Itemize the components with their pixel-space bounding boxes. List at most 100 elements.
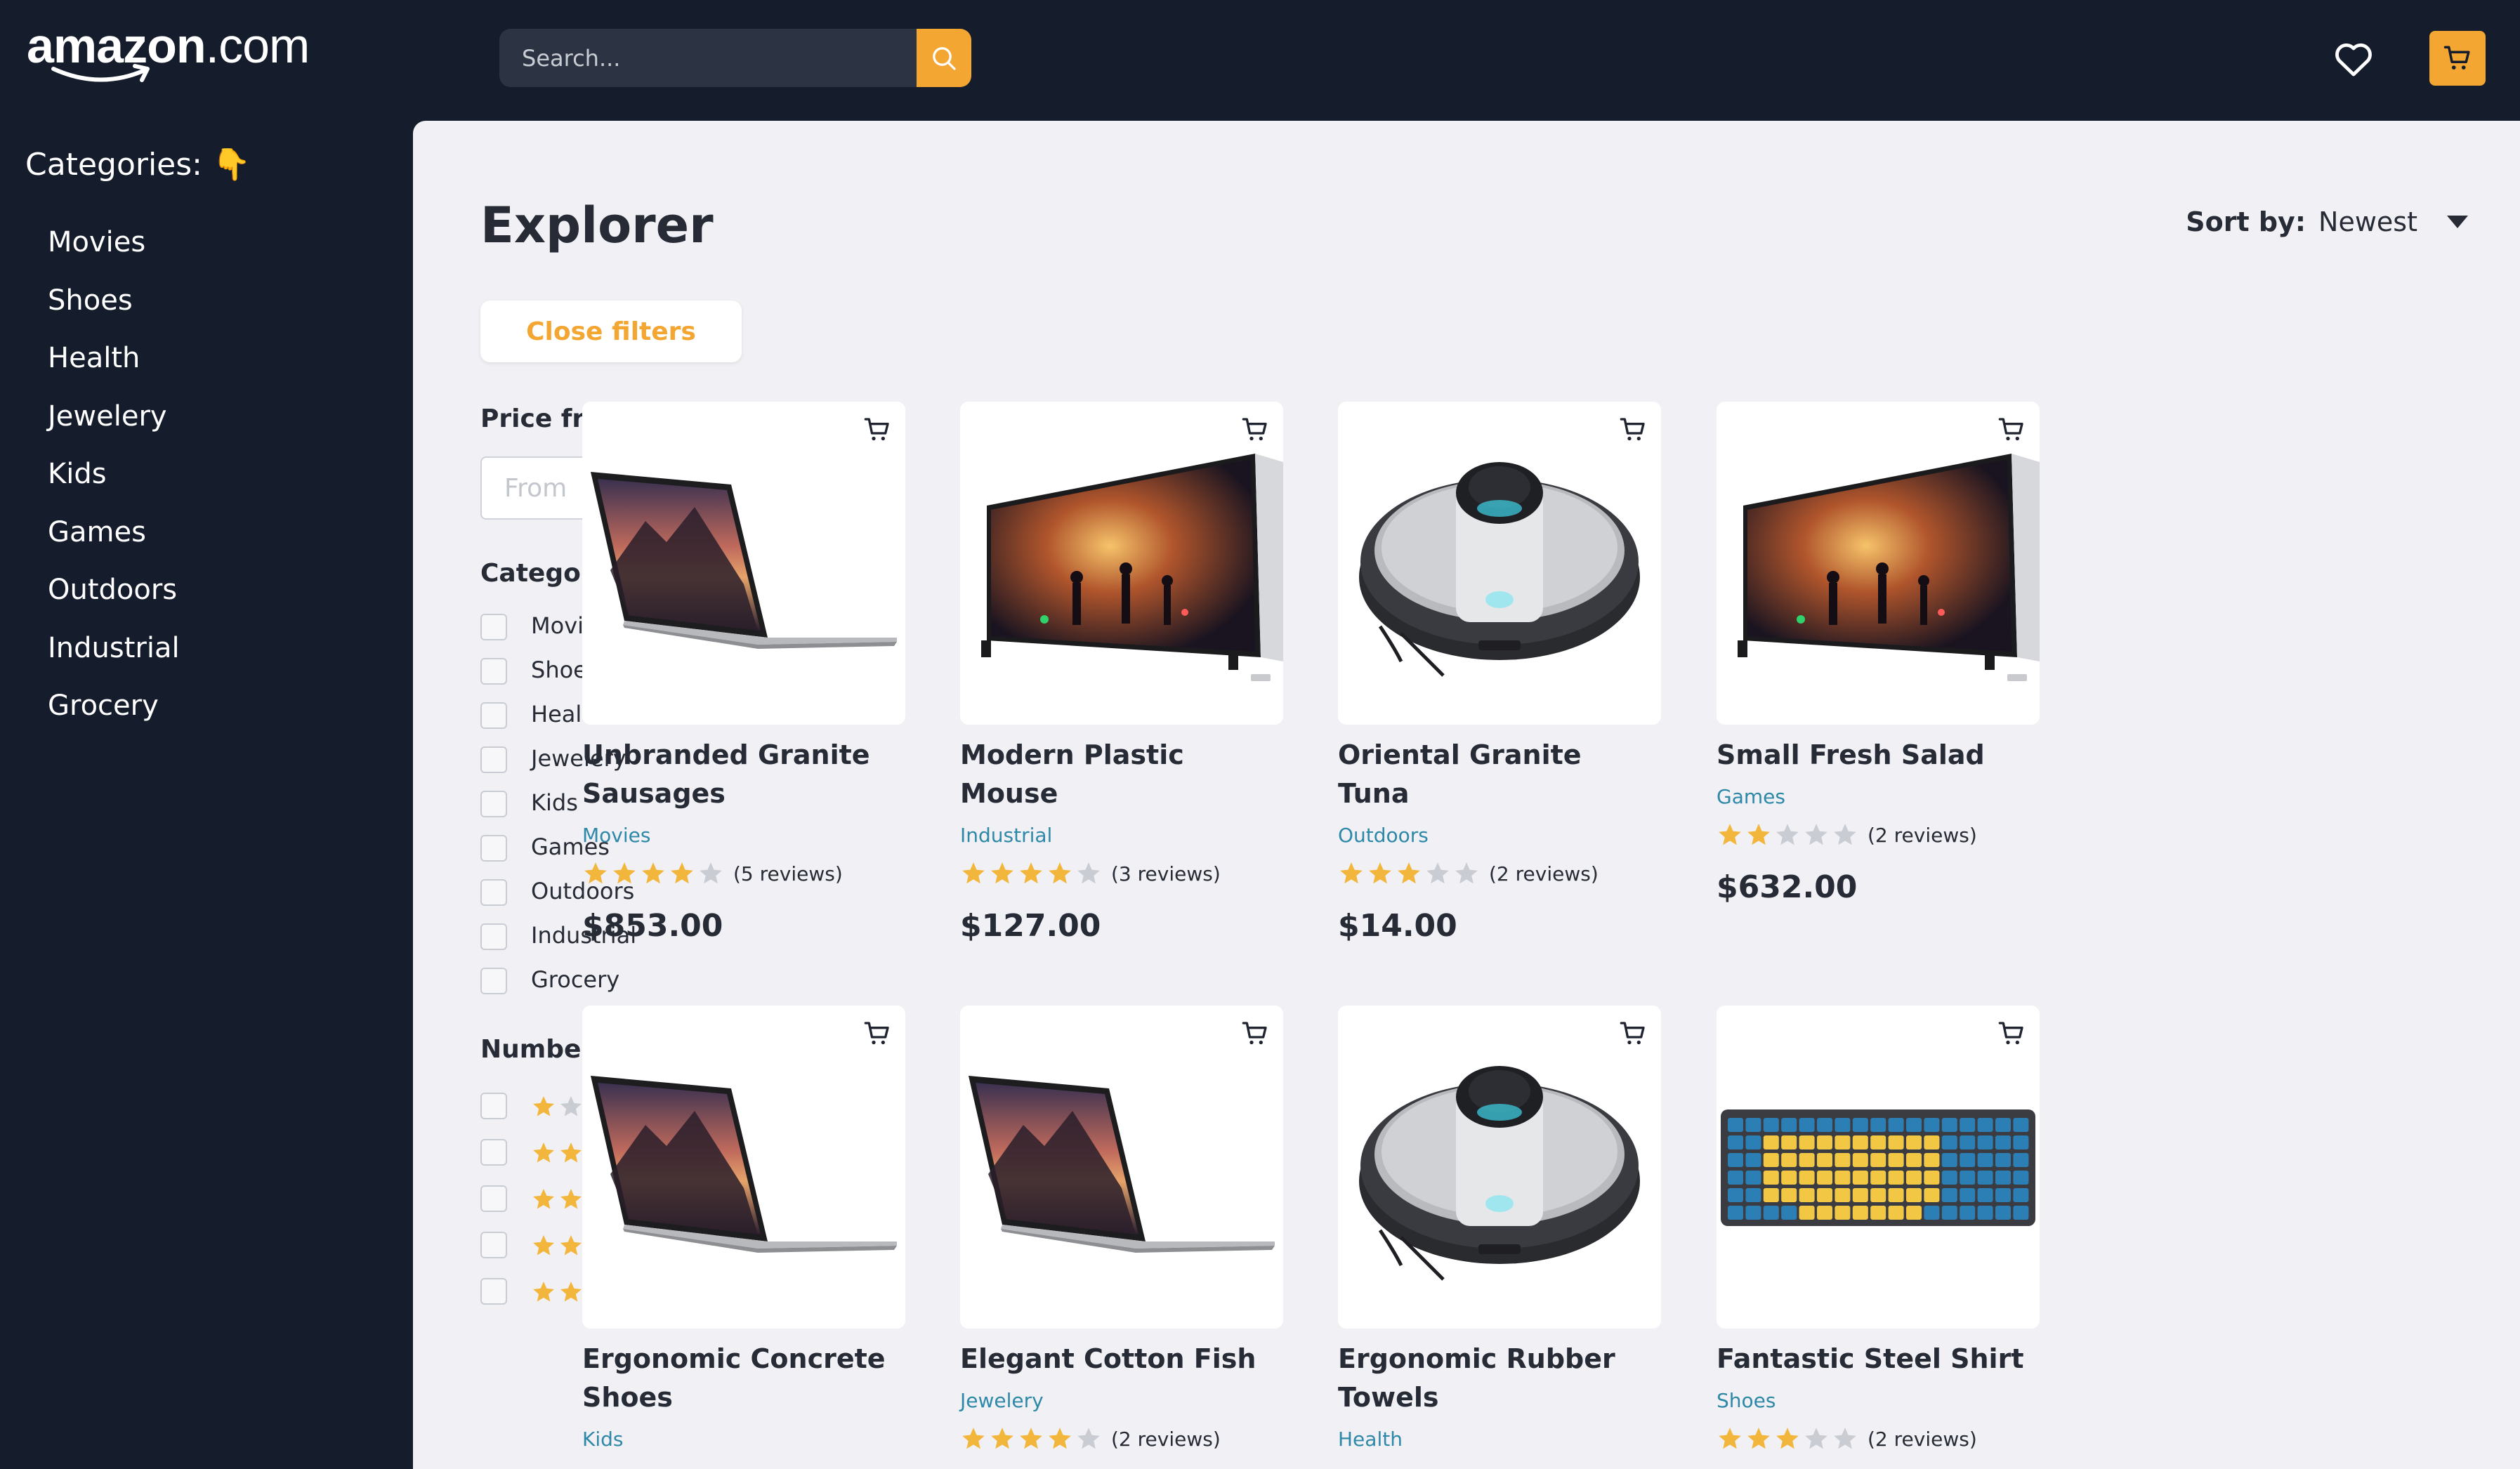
star-icon — [1834, 824, 1856, 845]
star-icon — [1834, 1428, 1856, 1449]
product-category-link[interactable]: Movies — [582, 824, 650, 847]
review-count: (2 reviews) — [1868, 823, 1977, 847]
product-name[interactable]: Fantastic Steel Shirt — [1717, 1340, 2040, 1378]
product-image-robot-vacuum[interactable] — [1338, 402, 1661, 725]
category-sidebar: Categories: 👇 Movies Shoes Health Jewele… — [0, 121, 413, 1469]
category-checkbox-jewelery[interactable] — [480, 746, 507, 773]
product-image-robot-vacuum[interactable] — [1338, 1006, 1661, 1329]
review-count: (2 reviews) — [1868, 1427, 1977, 1451]
review-count: (2 reviews) — [1489, 862, 1599, 885]
product-category-link[interactable]: Health — [1338, 1428, 1403, 1451]
product-name[interactable]: Ergonomic Rubber Towels — [1338, 1340, 1661, 1417]
heart-icon — [2335, 43, 2372, 77]
star-icon — [1049, 1428, 1071, 1449]
product-image-laptop[interactable] — [582, 402, 905, 725]
search-bar — [499, 29, 971, 87]
sidebar-item-grocery[interactable]: Grocery — [48, 681, 180, 739]
add-to-cart-button[interactable] — [1619, 1020, 1647, 1050]
product-rating: (5 reviews) — [582, 860, 843, 887]
category-checkbox-movies[interactable] — [480, 614, 507, 640]
sidebar-item-shoes[interactable]: Shoes — [48, 276, 180, 334]
product-name[interactable]: Small Fresh Salad — [1717, 736, 2040, 775]
category-checkbox-kids[interactable] — [480, 791, 507, 817]
product-image-tv[interactable] — [1717, 402, 2040, 725]
add-to-cart-button[interactable] — [1997, 416, 2026, 447]
product-category-link[interactable]: Kids — [582, 1428, 624, 1451]
product-category-link[interactable]: Shoes — [1717, 1389, 1776, 1412]
amazon-logo[interactable]: amazon.com — [27, 21, 310, 84]
category-checkbox-games[interactable] — [480, 835, 507, 862]
review-count: (3 reviews) — [1111, 862, 1221, 885]
cart-icon — [1242, 1022, 1267, 1045]
star-icon — [1719, 1428, 1741, 1449]
sidebar-item-health[interactable]: Health — [48, 334, 180, 392]
add-to-cart-button[interactable] — [1619, 416, 1647, 447]
product-image-laptop[interactable] — [960, 1006, 1283, 1329]
sort-dropdown[interactable]: Sort by: Newest — [2186, 206, 2469, 237]
categories-heading: Categories: 👇 — [25, 147, 251, 183]
sidebar-item-industrial[interactable]: Industrial — [48, 624, 180, 682]
sidebar-item-outdoors[interactable]: Outdoors — [48, 565, 180, 624]
star-icon — [671, 862, 693, 884]
product-category-link[interactable]: Industrial — [960, 824, 1052, 847]
product-name[interactable]: Ergonomic Concrete Shoes — [582, 1340, 905, 1417]
product-category-link[interactable]: Outdoors — [1338, 824, 1429, 847]
category-checkbox-industrial[interactable] — [480, 923, 507, 950]
product-category-link[interactable]: Jewelery — [960, 1389, 1044, 1412]
search-button[interactable] — [917, 29, 971, 87]
category-checkbox-outdoors[interactable] — [480, 879, 507, 906]
sidebar-item-kids[interactable]: Kids — [48, 449, 180, 508]
add-to-cart-button[interactable] — [863, 416, 891, 447]
product-rating: (3 reviews) — [960, 860, 1221, 887]
add-to-cart-button[interactable] — [1997, 1020, 2026, 1050]
reviews-checkbox-4[interactable] — [480, 1232, 507, 1258]
product-name[interactable]: Elegant Cotton Fish — [960, 1340, 1283, 1378]
search-input[interactable] — [499, 29, 917, 87]
reviews-checkbox-5[interactable] — [480, 1278, 507, 1305]
add-to-cart-button[interactable] — [863, 1020, 891, 1050]
reviews-checkbox-1[interactable] — [480, 1093, 507, 1119]
product-name[interactable]: Unbranded Granite Sausages — [582, 736, 905, 813]
product-price: $853.00 — [582, 908, 723, 944]
top-bar: amazon.com — [0, 0, 2520, 121]
product-price: $14.00 — [1338, 908, 1457, 944]
product-price: $632.00 — [1717, 869, 1858, 905]
sidebar-item-games[interactable]: Games — [48, 508, 180, 566]
wishlist-button[interactable] — [2333, 39, 2374, 77]
add-to-cart-button[interactable] — [1241, 1020, 1269, 1050]
sort-label: Sort by: — [2186, 206, 2306, 237]
product-image-tv[interactable] — [960, 402, 1283, 725]
category-checkbox-shoes[interactable] — [480, 658, 507, 685]
page-title: Explorer — [480, 197, 714, 254]
sidebar-item-jewelery[interactable]: Jewelery — [48, 392, 180, 450]
star-icon — [1719, 824, 1741, 845]
add-to-cart-button[interactable] — [1241, 416, 1269, 447]
cart-icon — [1620, 418, 1645, 441]
star-icon — [1077, 1428, 1100, 1449]
category-checkbox-grocery[interactable] — [480, 968, 507, 994]
product-image-laptop[interactable] — [582, 1006, 905, 1329]
product-category-link[interactable]: Games — [1717, 785, 1785, 808]
star-icon — [533, 1189, 554, 1209]
product-name[interactable]: Modern Plastic Mouse — [960, 736, 1283, 813]
category-checkbox-health[interactable] — [480, 702, 507, 729]
reviews-checkbox-3[interactable] — [480, 1185, 507, 1212]
product-name[interactable]: Oriental Granite Tuna — [1338, 736, 1661, 813]
product-image-keyboard[interactable] — [1717, 1006, 2040, 1329]
star-icon — [1805, 1428, 1827, 1449]
close-filters-button[interactable]: Close filters — [480, 301, 742, 362]
smile-icon — [51, 64, 150, 82]
star-icon — [533, 1282, 554, 1302]
star-icon — [560, 1096, 582, 1116]
cart-button[interactable] — [2429, 31, 2486, 86]
sidebar-item-movies[interactable]: Movies — [48, 218, 180, 276]
reviews-checkbox-2[interactable] — [480, 1139, 507, 1166]
product-rating: (2 reviews) — [1338, 860, 1599, 887]
star-icon — [613, 862, 636, 884]
product-rating: (2 reviews) — [960, 1425, 1221, 1452]
star-icon — [533, 1096, 554, 1116]
product-rating: (2 reviews) — [1717, 1425, 1977, 1452]
star-icon — [560, 1189, 582, 1209]
star-icon — [1077, 862, 1100, 884]
star-icon — [1776, 1428, 1799, 1449]
